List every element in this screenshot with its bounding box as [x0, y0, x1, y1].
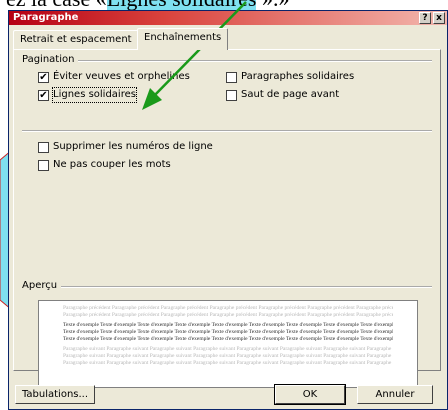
- keep-with-next-checkbox[interactable]: [226, 71, 237, 83]
- preview-box: Paragraphe précédent Paragraphe précéden…: [38, 300, 418, 388]
- tab-enchainements[interactable]: Enchaînements: [137, 28, 229, 50]
- preview-next-paragraph: Paragraphe suivant Paragraphe suivant Pa…: [63, 353, 393, 359]
- options-divider: [22, 130, 432, 132]
- page-break-before-checkbox[interactable]: [226, 89, 237, 101]
- no-hyphenation-option[interactable]: Ne pas couper les mots: [38, 158, 171, 172]
- paragraph-dialog: Paragraphe ? x Retrait et espacement Enc…: [8, 10, 448, 410]
- suppress-line-numbers-option[interactable]: Supprimer les numéros de ligne: [38, 140, 213, 154]
- tab-label: Retrait et espacement: [20, 34, 132, 45]
- pagination-label: Pagination: [22, 54, 79, 66]
- preview-next-paragraph: Paragraphe suivant Paragraphe suivant Pa…: [63, 360, 393, 366]
- preview-sample-text: Texte d'exemple Texte d'exemple Texte d'…: [63, 336, 393, 342]
- preview-previous-paragraph: Paragraphe précédent Paragraphe précéden…: [63, 305, 393, 311]
- suppress-line-numbers-checkbox[interactable]: [38, 141, 49, 153]
- widow-control-checkbox[interactable]: ✔: [38, 71, 49, 83]
- keep-lines-together-checkbox[interactable]: ✔: [38, 89, 49, 101]
- window-title: Paragraphe: [13, 12, 79, 23]
- preview-label: Aperçu: [22, 280, 62, 292]
- page-break-before-option[interactable]: Saut de page avant: [226, 88, 339, 102]
- preview-next-paragraph: Paragraphe suivant Paragraphe suivant Pa…: [63, 346, 393, 352]
- widow-control-label: Éviter veuves et orphelines: [53, 71, 190, 82]
- keep-with-next-option[interactable]: Paragraphes solidaires: [226, 70, 354, 84]
- pagination-divider: [62, 60, 432, 62]
- widow-control-option[interactable]: ✔ Éviter veuves et orphelines: [38, 70, 190, 84]
- suppress-line-numbers-label: Supprimer les numéros de ligne: [53, 141, 213, 152]
- tabulations-button[interactable]: Tabulations...: [15, 385, 95, 404]
- tab-label: Enchaînements: [144, 32, 222, 43]
- tab-panel: Pagination ✔ Éviter veuves et orphelines…: [13, 49, 441, 388]
- no-hyphenation-checkbox[interactable]: [38, 159, 49, 171]
- ok-button[interactable]: OK: [274, 384, 346, 405]
- help-button[interactable]: ?: [419, 12, 431, 24]
- page-break-before-label: Saut de page avant: [241, 89, 340, 100]
- keep-lines-together-option[interactable]: ✔ Lignes solidaires: [38, 87, 137, 103]
- keep-with-next-label: Paragraphes solidaires: [241, 71, 355, 82]
- cancel-button[interactable]: Annuler: [357, 385, 433, 404]
- tab-retrait-et-espacement[interactable]: Retrait et espacement: [13, 30, 139, 49]
- close-button[interactable]: x: [433, 12, 445, 24]
- preview-sample-text: Texte d'exemple Texte d'exemple Texte d'…: [63, 329, 393, 335]
- title-bar: Paragraphe ? x: [9, 11, 447, 25]
- preview-divider: [58, 286, 432, 288]
- preview-previous-paragraph: Paragraphe précédent Paragraphe précéden…: [63, 312, 393, 318]
- no-hyphenation-label: Ne pas couper les mots: [53, 159, 171, 170]
- keep-lines-together-label: Lignes solidaires: [52, 87, 137, 103]
- preview-sample-text: Texte d'exemple Texte d'exemple Texte d'…: [63, 322, 393, 328]
